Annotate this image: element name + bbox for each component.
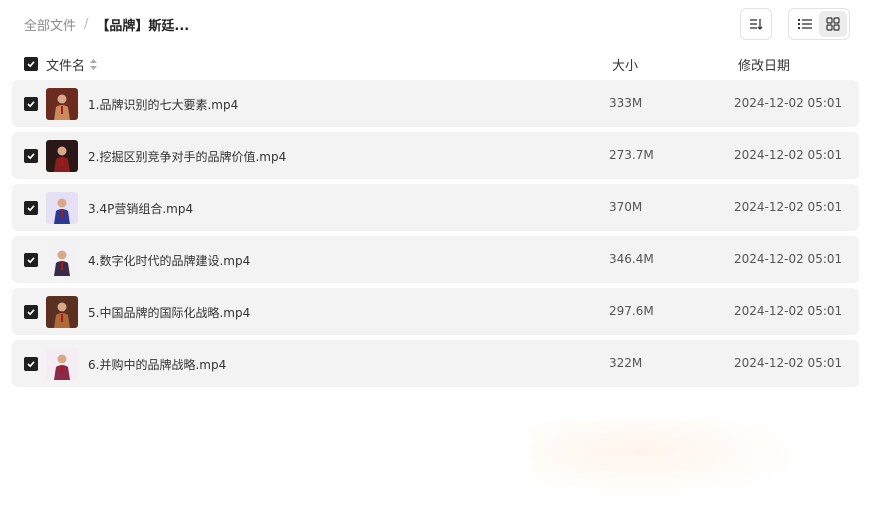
video-thumbnail <box>46 244 78 276</box>
row-checkbox[interactable] <box>24 201 38 215</box>
file-size: 322M <box>609 356 643 370</box>
row-checkbox[interactable] <box>24 97 38 111</box>
select-all-checkbox[interactable] <box>24 57 38 71</box>
checkmark-icon <box>27 309 35 316</box>
checkmark-icon <box>27 153 35 160</box>
list-view-button[interactable] <box>791 11 819 37</box>
checkmark-icon <box>27 361 35 368</box>
file-row[interactable]: 3.4P营销组合.mp4 370M 2024-12-02 05:01 <box>12 184 859 231</box>
grid-view-icon <box>826 17 840 31</box>
file-row[interactable]: 2.挖掘区别竞争对手的品牌价值.mp4 273.7M 2024-12-02 05… <box>12 132 859 179</box>
file-name[interactable]: 5.中国品牌的国际化战略.mp4 <box>88 304 250 321</box>
file-date: 2024-12-02 05:01 <box>734 96 843 110</box>
file-size: 297.6M <box>609 304 654 318</box>
file-row[interactable]: 5.中国品牌的国际化战略.mp4 297.6M 2024-12-02 05:01 <box>12 288 859 335</box>
file-name[interactable]: 6.并购中的品牌战略.mp4 <box>88 356 226 373</box>
column-size-header[interactable]: 大小 <box>612 55 638 74</box>
video-thumbnail <box>46 88 78 120</box>
view-toggle <box>788 8 850 40</box>
video-thumbnail <box>46 348 78 380</box>
file-name[interactable]: 3.4P营销组合.mp4 <box>88 200 193 217</box>
file-date: 2024-12-02 05:01 <box>734 304 843 318</box>
decorative-glow <box>530 420 810 500</box>
list-view-icon <box>798 19 812 29</box>
row-checkbox[interactable] <box>24 305 38 319</box>
file-name[interactable]: 2.挖掘区别竞争对手的品牌价值.mp4 <box>88 148 286 165</box>
file-size: 273.7M <box>609 148 654 162</box>
breadcrumb: 全部文件 / 【品牌】斯廷... <box>24 15 189 34</box>
checkmark-icon <box>27 61 35 68</box>
video-thumbnail <box>46 192 78 224</box>
file-row[interactable]: 6.并购中的品牌战略.mp4 322M 2024-12-02 05:01 <box>12 340 859 387</box>
breadcrumb-root[interactable]: 全部文件 <box>24 15 76 34</box>
breadcrumb-separator: / <box>84 17 89 32</box>
column-name-label: 文件名 <box>46 59 86 74</box>
file-date: 2024-12-02 05:01 <box>734 200 843 214</box>
file-size: 333M <box>609 96 643 110</box>
file-date: 2024-12-02 05:01 <box>734 148 843 162</box>
file-list: 1.品牌识别的七大要素.mp4 333M 2024-12-02 05:01 2.… <box>12 80 859 392</box>
column-header: 文件名 大小 修改日期 <box>0 52 874 76</box>
checkmark-icon <box>27 257 35 264</box>
checkmark-icon <box>27 101 35 108</box>
grid-view-button[interactable] <box>819 11 847 37</box>
sort-icon <box>750 19 763 30</box>
file-browser: 全部文件 / 【品牌】斯廷... 文件名 大小 修改日期 1.品牌识别的七大要素… <box>0 0 874 514</box>
row-checkbox[interactable] <box>24 357 38 371</box>
column-name-header[interactable]: 文件名 <box>46 55 98 74</box>
column-date-header[interactable]: 修改日期 <box>738 55 790 74</box>
file-name[interactable]: 4.数字化时代的品牌建设.mp4 <box>88 252 250 269</box>
row-checkbox[interactable] <box>24 253 38 267</box>
file-date: 2024-12-02 05:01 <box>734 252 843 266</box>
checkmark-icon <box>27 205 35 212</box>
file-row[interactable]: 4.数字化时代的品牌建设.mp4 346.4M 2024-12-02 05:01 <box>12 236 859 283</box>
video-thumbnail <box>46 140 78 172</box>
file-row[interactable]: 1.品牌识别的七大要素.mp4 333M 2024-12-02 05:01 <box>12 80 859 127</box>
row-checkbox[interactable] <box>24 149 38 163</box>
top-bar: 全部文件 / 【品牌】斯廷... <box>0 0 874 48</box>
sort-arrows-icon <box>90 59 98 70</box>
file-name[interactable]: 1.品牌识别的七大要素.mp4 <box>88 96 238 113</box>
sort-button[interactable] <box>740 8 772 40</box>
file-date: 2024-12-02 05:01 <box>734 356 843 370</box>
video-thumbnail <box>46 296 78 328</box>
breadcrumb-current: 【品牌】斯廷... <box>96 19 190 34</box>
file-size: 370M <box>609 200 643 214</box>
file-size: 346.4M <box>609 252 654 266</box>
